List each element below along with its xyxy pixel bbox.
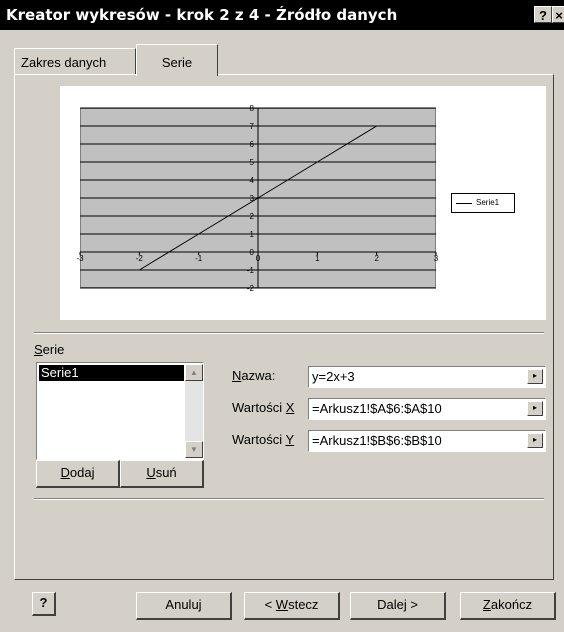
name-field[interactable]: y=2x+3 ▸ bbox=[308, 366, 546, 388]
legend-label: Serie1 bbox=[476, 198, 500, 207]
y-values-value: =Arkusz1!$B$6:$B$10 bbox=[312, 433, 442, 448]
y-tick-label: 6 bbox=[250, 140, 255, 149]
x-tick-label: -2 bbox=[136, 254, 144, 263]
remove-series-button[interactable]: Usuń bbox=[120, 460, 204, 488]
x-values-value: =Arkusz1!$A$6:$A$10 bbox=[312, 401, 442, 416]
legend-line-swatch bbox=[456, 203, 472, 204]
chart-svg: -3 -2 -1 0 1 2 3-2-1012345678 bbox=[76, 104, 439, 293]
y-values-collapse-button[interactable]: ▸ bbox=[527, 433, 543, 448]
scroll-up-button[interactable]: ▲ bbox=[185, 364, 203, 381]
name-collapse-button[interactable]: ▸ bbox=[527, 369, 543, 384]
name-label: Nazwa: bbox=[232, 368, 276, 383]
x-tick-label: 1 bbox=[315, 254, 320, 263]
listbox-scrollbar[interactable]: ▲ ▼ bbox=[185, 364, 203, 458]
collapse-dialog-icon: ▸ bbox=[532, 371, 537, 380]
x-tick-label: 0 bbox=[256, 254, 261, 263]
scroll-up-icon: ▲ bbox=[190, 368, 198, 377]
x-tick-label: -3 bbox=[76, 254, 84, 263]
x-tick-label: 2 bbox=[374, 254, 379, 263]
scroll-down-icon: ▼ bbox=[190, 445, 198, 454]
finish-button[interactable]: Zakończ bbox=[460, 592, 556, 620]
collapse-dialog-icon: ▸ bbox=[532, 403, 537, 412]
help-icon: ? bbox=[39, 595, 48, 610]
x-tick-label: -1 bbox=[195, 254, 203, 263]
y-tick-label: 1 bbox=[250, 230, 255, 239]
x-values-field[interactable]: =Arkusz1!$A$6:$A$10 ▸ bbox=[308, 398, 546, 420]
tab-series[interactable]: Serie bbox=[136, 44, 218, 76]
divider-top bbox=[34, 332, 544, 334]
chart-legend: Serie1 bbox=[451, 193, 515, 213]
list-item[interactable]: Serie1 bbox=[39, 365, 184, 381]
y-tick-label: 4 bbox=[250, 176, 255, 185]
y-values-field[interactable]: =Arkusz1!$B$6:$B$10 ▸ bbox=[308, 430, 546, 452]
divider-bottom bbox=[34, 498, 544, 500]
y-tick-label: 0 bbox=[250, 248, 255, 257]
scroll-down-button[interactable]: ▼ bbox=[185, 441, 203, 458]
series-section-label: Serie bbox=[34, 342, 65, 357]
x-values-label: Wartości X bbox=[232, 400, 295, 415]
y-tick-label: 8 bbox=[250, 104, 255, 113]
y-tick-label: 2 bbox=[250, 212, 255, 221]
back-button[interactable]: < Wstecz bbox=[244, 592, 340, 620]
y-values-label: Wartości Y bbox=[232, 432, 295, 447]
help-button[interactable]: ? bbox=[32, 592, 56, 616]
add-series-button[interactable]: Dodaj bbox=[36, 460, 120, 488]
y-tick-label: 5 bbox=[250, 158, 255, 167]
name-value: y=2x+3 bbox=[312, 369, 355, 384]
x-tick-label: 3 bbox=[434, 254, 439, 263]
y-tick-label: -2 bbox=[247, 284, 255, 293]
next-button[interactable]: Dalej > bbox=[350, 592, 446, 620]
y-tick-label: 7 bbox=[250, 122, 255, 131]
collapse-dialog-icon: ▸ bbox=[532, 435, 537, 444]
cancel-button[interactable]: Anuluj bbox=[136, 592, 232, 620]
series-listbox[interactable]: Serie1 ▲ ▼ bbox=[36, 362, 204, 460]
y-tick-label: -1 bbox=[247, 266, 255, 275]
x-values-collapse-button[interactable]: ▸ bbox=[527, 401, 543, 416]
